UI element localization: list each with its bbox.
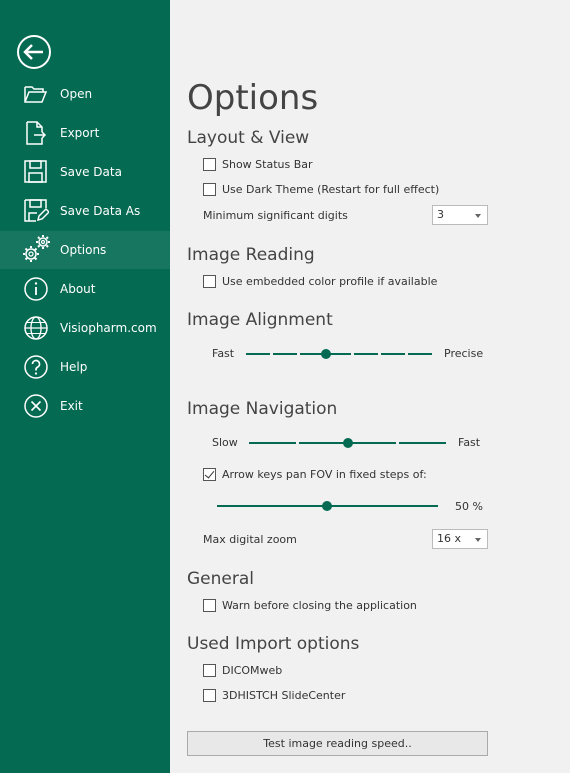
sidebar-item-open[interactable]: Open xyxy=(0,75,170,113)
info-icon xyxy=(23,276,49,302)
slider-tick xyxy=(349,442,396,444)
sidebar: Open Export Save Data Save Data As Optio… xyxy=(0,0,170,773)
help-icon xyxy=(23,354,49,380)
slider-tick xyxy=(381,353,405,355)
sidebar-item-label: Save Data xyxy=(60,165,122,179)
chevron-down-icon xyxy=(475,538,481,542)
sidebar-item-label: About xyxy=(60,282,96,296)
slider-tick xyxy=(354,353,378,355)
slider-thumb[interactable] xyxy=(343,438,353,448)
fov-step-slider[interactable] xyxy=(217,501,438,511)
sidebar-item-label: Help xyxy=(60,360,88,374)
dicomweb-checkbox[interactable]: DICOMweb xyxy=(203,664,282,677)
export-icon xyxy=(23,120,49,146)
back-arrow-icon[interactable] xyxy=(16,34,52,70)
arrow-keys-pan-checkbox[interactable]: Arrow keys pan FOV in fixed steps of: xyxy=(203,468,427,481)
sidebar-item-visiopharm[interactable]: Visiopharm.com xyxy=(0,309,170,347)
navigation-fast-label: Fast xyxy=(458,436,481,449)
checkbox-label: Arrow keys pan FOV in fixed steps of: xyxy=(222,468,427,481)
sidebar-item-options[interactable]: Options xyxy=(0,231,170,269)
select-value: 3 xyxy=(437,208,444,221)
slider-tick xyxy=(246,353,270,355)
chevron-down-icon xyxy=(475,214,481,218)
slider-tick xyxy=(299,442,346,444)
checkbox-box[interactable] xyxy=(203,468,216,481)
alignment-precise-label: Precise xyxy=(444,347,484,360)
checkbox-box[interactable] xyxy=(203,275,216,288)
checkbox-label: DICOMweb xyxy=(222,664,283,677)
navigation-slow-label: Slow xyxy=(212,436,238,449)
slider-tick xyxy=(399,442,446,444)
section-heading-layout-view: Layout & View xyxy=(187,128,310,148)
alignment-slider[interactable] xyxy=(246,349,432,359)
checkbox-label: 3DHISTCH SlideCenter xyxy=(222,689,346,702)
checkbox-box[interactable] xyxy=(203,158,216,171)
slider-tick xyxy=(249,442,296,444)
checkbox-box[interactable] xyxy=(203,183,216,196)
slidecenter-checkbox[interactable]: 3DHISTCH SlideCenter xyxy=(203,689,345,702)
min-digits-select[interactable]: 3 xyxy=(432,205,488,225)
dark-theme-checkbox[interactable]: Use Dark Theme (Restart for full effect) xyxy=(203,183,439,196)
checkbox-box[interactable] xyxy=(203,664,216,677)
section-heading-image-alignment: Image Alignment xyxy=(187,310,333,330)
checkbox-label: Show Status Bar xyxy=(222,158,313,171)
sidebar-item-about[interactable]: About xyxy=(0,270,170,308)
sidebar-item-label: Exit xyxy=(60,399,83,413)
sidebar-item-label: Export xyxy=(60,126,100,140)
test-reading-speed-button[interactable]: Test image reading speed.. xyxy=(187,731,488,756)
embedded-color-profile-checkbox[interactable]: Use embedded color profile if available xyxy=(203,275,437,288)
sidebar-item-label: Open xyxy=(60,87,93,101)
checkbox-box[interactable] xyxy=(203,599,216,612)
show-status-bar-checkbox[interactable]: Show Status Bar xyxy=(203,158,313,171)
folder-open-icon xyxy=(23,81,49,107)
section-heading-image-reading: Image Reading xyxy=(187,245,315,265)
fov-step-value: 50 % xyxy=(455,500,483,513)
slider-tick xyxy=(273,353,297,355)
slider-tick xyxy=(408,353,432,355)
sidebar-item-label: Options xyxy=(60,243,107,257)
warn-before-closing-checkbox[interactable]: Warn before closing the application xyxy=(203,599,417,612)
sidebar-item-label: Save Data As xyxy=(60,204,141,218)
sidebar-item-exit[interactable]: Exit xyxy=(0,387,170,425)
navigation-speed-slider[interactable] xyxy=(249,438,446,448)
sidebar-item-help[interactable]: Help xyxy=(0,348,170,386)
gears-icon xyxy=(20,233,52,265)
section-heading-general: General xyxy=(187,569,254,589)
globe-icon xyxy=(23,315,49,341)
checkbox-label: Warn before closing the application xyxy=(222,599,417,612)
checkbox-box[interactable] xyxy=(203,689,216,702)
checkbox-label: Use embedded color profile if available xyxy=(222,275,438,288)
select-value: 16 x xyxy=(437,532,462,545)
save-as-icon xyxy=(23,198,51,224)
exit-icon xyxy=(23,393,49,419)
sidebar-item-export[interactable]: Export xyxy=(0,114,170,152)
slider-thumb[interactable] xyxy=(321,349,331,359)
alignment-fast-label: Fast xyxy=(212,347,235,360)
sidebar-item-save-data-as[interactable]: Save Data As xyxy=(0,192,170,230)
slider-thumb[interactable] xyxy=(322,501,332,511)
max-zoom-label: Max digital zoom xyxy=(203,533,297,546)
section-heading-image-navigation: Image Navigation xyxy=(187,399,338,419)
options-panel: Options Layout & View Show Status Bar Us… xyxy=(170,0,570,773)
max-zoom-select[interactable]: 16 x xyxy=(432,529,488,549)
page-title: Options xyxy=(187,78,319,118)
min-digits-label: Minimum significant digits xyxy=(203,209,348,222)
sidebar-item-label: Visiopharm.com xyxy=(60,321,157,335)
save-icon xyxy=(23,159,49,185)
section-heading-import-options: Used Import options xyxy=(187,634,360,654)
sidebar-item-save-data[interactable]: Save Data xyxy=(0,153,170,191)
checkbox-label: Use Dark Theme (Restart for full effect) xyxy=(222,183,440,196)
